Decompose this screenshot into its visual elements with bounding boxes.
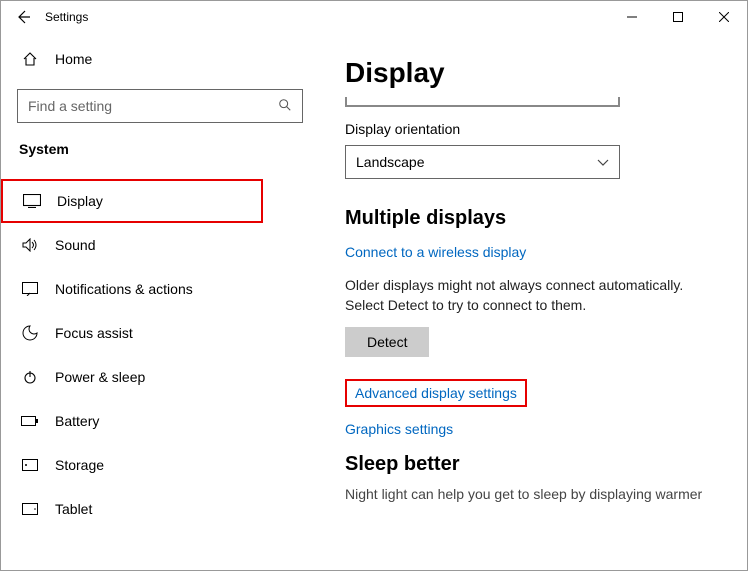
sleep-better-header: Sleep better [345, 453, 723, 476]
multiple-displays-header: Multiple displays [345, 207, 723, 230]
sidebar-item-label: Battery [55, 413, 99, 429]
back-button[interactable] [13, 7, 33, 27]
detect-description: Older displays might not always connect … [345, 276, 723, 315]
search-input[interactable] [28, 98, 278, 114]
search-icon [278, 98, 292, 115]
sleep-better-text: Night light can help you get to sleep by… [345, 486, 723, 502]
window-title: Settings [45, 10, 88, 24]
sidebar-item-label: Tablet [55, 501, 92, 517]
page-title: Display [345, 57, 723, 89]
brightness-slider-track[interactable] [345, 97, 620, 107]
sidebar-item-tablet[interactable]: Tablet [1, 487, 319, 531]
home-icon [21, 51, 39, 67]
sidebar-item-display[interactable]: Display [1, 179, 263, 223]
orientation-dropdown[interactable]: Landscape [345, 145, 620, 179]
notifications-icon [21, 282, 39, 296]
sidebar-item-label: Power & sleep [55, 369, 145, 385]
sidebar-item-focus-assist[interactable]: Focus assist [1, 311, 319, 355]
storage-icon [21, 459, 39, 471]
advanced-display-settings-link[interactable]: Advanced display settings [355, 385, 517, 401]
focus-assist-icon [21, 325, 39, 341]
maximize-button[interactable] [655, 1, 701, 33]
sidebar-item-battery[interactable]: Battery [1, 399, 319, 443]
sidebar-item-power-sleep[interactable]: Power & sleep [1, 355, 319, 399]
sidebar-item-label: Notifications & actions [55, 281, 193, 297]
category-label: System [1, 141, 319, 157]
tablet-icon [21, 503, 39, 515]
home-nav[interactable]: Home [1, 45, 319, 73]
sidebar-item-storage[interactable]: Storage [1, 443, 319, 487]
sidebar-item-sound[interactable]: Sound [1, 223, 319, 267]
sidebar-item-label: Display [57, 193, 103, 209]
chevron-down-icon [597, 154, 609, 170]
power-icon [21, 370, 39, 384]
detect-button[interactable]: Detect [345, 327, 429, 357]
graphics-settings-link[interactable]: Graphics settings [345, 421, 453, 437]
sound-icon [21, 238, 39, 252]
sidebar-item-notifications[interactable]: Notifications & actions [1, 267, 319, 311]
minimize-button[interactable] [609, 1, 655, 33]
display-icon [23, 194, 41, 208]
sidebar-item-label: Storage [55, 457, 104, 473]
orientation-value: Landscape [356, 154, 425, 170]
close-button[interactable] [701, 1, 747, 33]
orientation-label: Display orientation [345, 121, 723, 137]
battery-icon [21, 416, 39, 426]
wireless-display-link[interactable]: Connect to a wireless display [345, 244, 526, 260]
sidebar-item-label: Focus assist [55, 325, 133, 341]
sidebar-item-label: Sound [55, 237, 95, 253]
search-input-container[interactable] [17, 89, 303, 123]
home-label: Home [55, 51, 92, 67]
